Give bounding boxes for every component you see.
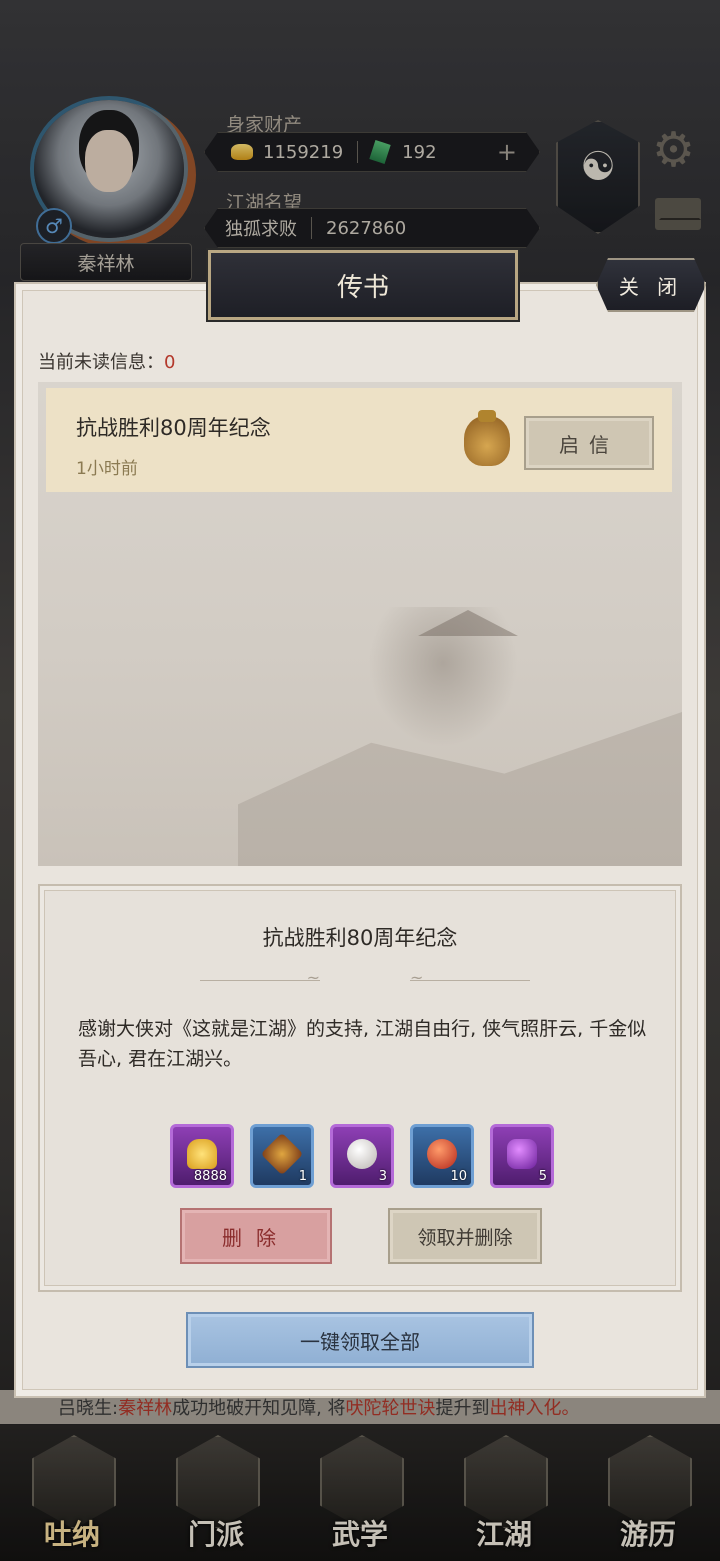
reward-slot[interactable]: 10 xyxy=(410,1124,474,1188)
reward-pouch-icon xyxy=(464,410,510,466)
reward-qty: 8888 xyxy=(193,1169,227,1184)
red-orb-icon xyxy=(427,1139,457,1169)
unread-label: 当前未读信息： xyxy=(38,352,164,373)
reward-qty: 3 xyxy=(378,1169,387,1184)
reward-list: 8888 1 3 10 5 xyxy=(170,1124,554,1188)
list-item[interactable]: 抗战胜利80周年纪念 1小时前 启信 xyxy=(46,388,672,492)
close-button[interactable]: 关 闭 xyxy=(596,258,706,312)
reward-slot[interactable]: 1 xyxy=(250,1124,314,1188)
mail-detail: 抗战胜利80周年纪念 感谢大侠对《这就是江湖》的支持, 江湖自由行, 侠气照肝云… xyxy=(38,884,682,1292)
pearl-icon xyxy=(347,1139,377,1169)
reward-qty: 10 xyxy=(450,1169,467,1184)
ornament-divider xyxy=(410,968,530,987)
unread-count: 0 xyxy=(164,352,176,373)
mail-list: 抗战胜利80周年纪念 1小时前 启信 xyxy=(38,382,682,866)
reward-slot[interactable]: 3 xyxy=(330,1124,394,1188)
reward-qty: 5 xyxy=(538,1169,547,1184)
detail-body: 感谢大侠对《这就是江湖》的支持, 江湖自由行, 侠气照肝云, 千金似吾心, 君在… xyxy=(78,1018,647,1070)
mail-title: 抗战胜利80周年纪念 xyxy=(76,416,271,440)
mail-time: 1小时前 xyxy=(76,459,138,479)
delete-button[interactable]: 删除 xyxy=(180,1208,332,1264)
ornament-divider xyxy=(200,968,320,987)
panel-title: 传书 xyxy=(208,250,518,320)
open-letter-button[interactable]: 启信 xyxy=(524,416,654,470)
claim-and-delete-button[interactable]: 领取并删除 xyxy=(388,1208,542,1264)
reward-qty: 1 xyxy=(298,1169,307,1184)
claim-all-button[interactable]: 一键领取全部 xyxy=(186,1312,534,1368)
purple-gem-icon xyxy=(507,1139,537,1169)
unread-info: 当前未读信息：0 xyxy=(38,348,175,374)
reward-slot[interactable]: 8888 xyxy=(170,1124,234,1188)
scroll-token-icon xyxy=(260,1132,304,1176)
gold-ingot-icon xyxy=(187,1139,217,1169)
reward-slot[interactable]: 5 xyxy=(490,1124,554,1188)
detail-title: 抗战胜利80周年纪念 xyxy=(262,926,458,950)
